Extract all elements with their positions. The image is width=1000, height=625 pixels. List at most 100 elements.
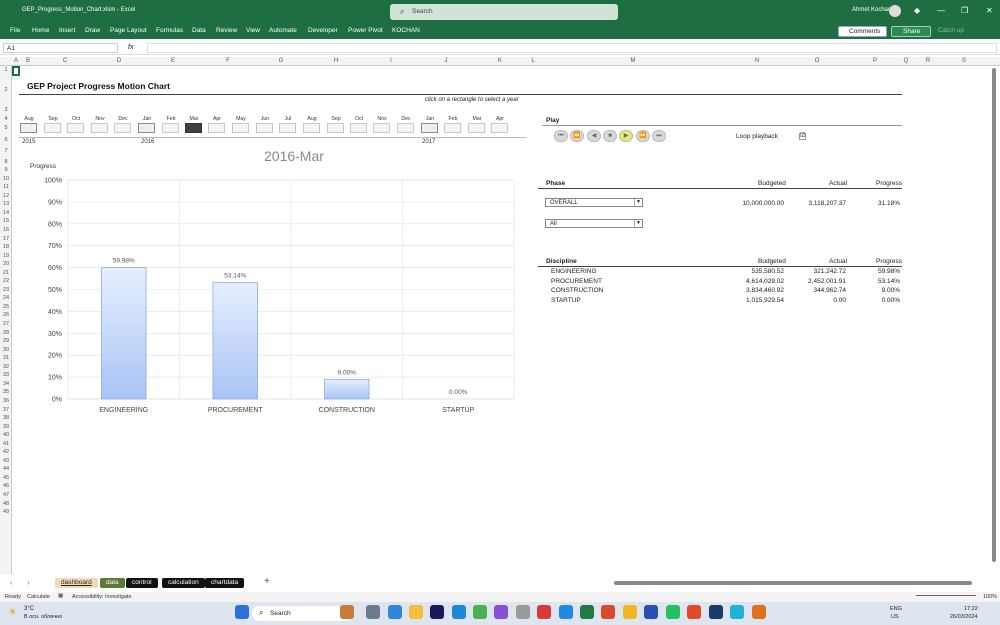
row-header[interactable]: 7	[0, 148, 12, 154]
app-icon[interactable]	[644, 605, 658, 619]
row-header[interactable]: 15	[0, 218, 12, 224]
row-header[interactable]: 29	[0, 338, 12, 344]
row-header[interactable]: 5	[0, 125, 12, 131]
app-icon[interactable]	[516, 605, 530, 619]
column-header[interactable]: A	[12, 58, 20, 64]
row-header[interactable]: 49	[0, 509, 12, 515]
row-header[interactable]: 11	[0, 184, 12, 190]
row-header[interactable]: 43	[0, 458, 12, 464]
share-button[interactable]: Share	[891, 26, 931, 37]
column-header[interactable]: N	[753, 58, 761, 64]
menu-formulas[interactable]: Formulas	[156, 27, 183, 34]
row-header[interactable]: 27	[0, 321, 12, 327]
folder-icon[interactable]	[409, 605, 423, 619]
row-header[interactable]: 46	[0, 483, 12, 489]
tab-prev-icon[interactable]: ‹	[10, 578, 13, 587]
p6-icon[interactable]	[537, 605, 551, 619]
menu-file[interactable]: File	[10, 27, 20, 34]
app-icon[interactable]	[366, 605, 380, 619]
row-header[interactable]: 1	[0, 67, 12, 73]
row-header[interactable]: 44	[0, 466, 12, 472]
last-icon[interactable]: ⏭	[652, 130, 666, 142]
row-header[interactable]: 38	[0, 415, 12, 421]
row-header[interactable]: 2	[0, 87, 12, 93]
app-icon[interactable]	[601, 605, 615, 619]
app-icon[interactable]	[752, 605, 766, 619]
menu-developer[interactable]: Developer	[308, 27, 338, 34]
row-header[interactable]: 18	[0, 244, 12, 250]
stop-icon[interactable]: ■	[603, 130, 617, 142]
sheet-tab-chartdata[interactable]: chartdata	[205, 578, 245, 588]
loop-playback-checkbox[interactable]: ☑	[799, 133, 806, 140]
month-selector[interactable]	[421, 123, 438, 133]
app-icon[interactable]	[730, 605, 744, 619]
lang-label[interactable]: ENG	[890, 606, 902, 612]
month-selector[interactable]	[185, 123, 202, 133]
row-header[interactable]: 3	[0, 107, 12, 113]
month-selector[interactable]	[373, 123, 390, 133]
clock-date[interactable]: 26/03/2024	[950, 614, 978, 620]
vscode-icon[interactable]	[559, 605, 573, 619]
month-selector[interactable]	[44, 123, 61, 133]
step-back-icon[interactable]: ◀	[587, 130, 601, 142]
taskbar-search[interactable]: ⌕ Search	[252, 606, 352, 621]
column-header[interactable]: C	[61, 58, 69, 64]
row-header[interactable]: 30	[0, 347, 12, 353]
month-selector[interactable]	[232, 123, 249, 133]
month-selector[interactable]	[397, 123, 414, 133]
minimize-icon[interactable]: —	[937, 6, 945, 15]
column-header[interactable]: F	[224, 58, 232, 64]
row-header[interactable]: 21	[0, 270, 12, 276]
row-header[interactable]: 28	[0, 330, 12, 336]
menu-review[interactable]: Review	[216, 27, 237, 34]
after-effects-icon[interactable]	[430, 605, 444, 619]
sheet-tab-data[interactable]: data	[100, 578, 125, 588]
name-box[interactable]: A1	[3, 43, 118, 53]
month-selector[interactable]	[114, 123, 131, 133]
menu-home[interactable]: Home	[32, 27, 49, 34]
vertical-scrollbar[interactable]	[992, 68, 996, 562]
menu-page-layout[interactable]: Page Layout	[110, 27, 147, 34]
menu-automate[interactable]: Automate	[269, 27, 297, 34]
row-header[interactable]: 26	[0, 312, 12, 318]
visual-studio-icon[interactable]	[494, 605, 508, 619]
column-header[interactable]: H	[332, 58, 340, 64]
month-selector[interactable]	[162, 123, 179, 133]
menu-power-pivot[interactable]: Power Pivot	[348, 27, 383, 34]
row-header[interactable]: 40	[0, 432, 12, 438]
column-header[interactable]: M	[629, 58, 637, 64]
row-header[interactable]: 31	[0, 355, 12, 361]
month-selector[interactable]	[491, 123, 508, 133]
column-header[interactable]: Q	[902, 58, 910, 64]
column-header[interactable]: G	[277, 58, 285, 64]
chrome-icon[interactable]	[473, 605, 487, 619]
row-header[interactable]: 12	[0, 193, 12, 199]
menu-view[interactable]: View	[246, 27, 260, 34]
close-icon[interactable]: ✕	[986, 6, 993, 15]
month-selector[interactable]	[468, 123, 485, 133]
row-header[interactable]: 22	[0, 278, 12, 284]
app-icon[interactable]	[687, 605, 701, 619]
row-header[interactable]: 24	[0, 295, 12, 301]
row-header[interactable]: 13	[0, 201, 12, 207]
row-header[interactable]: 19	[0, 253, 12, 259]
menu-kochan[interactable]: KOCHAN	[392, 27, 420, 34]
column-header[interactable]: E	[169, 58, 177, 64]
month-selector[interactable]	[444, 123, 461, 133]
month-selector[interactable]	[303, 123, 320, 133]
horizontal-scrollbar[interactable]	[614, 581, 972, 585]
row-header[interactable]: 48	[0, 501, 12, 507]
start-icon[interactable]	[235, 605, 249, 619]
zoom-slider[interactable]	[916, 595, 976, 596]
sheet-tab-calculation[interactable]: calculation	[162, 578, 205, 588]
month-selector[interactable]	[20, 123, 37, 133]
clock-time[interactable]: 17:22	[964, 606, 978, 612]
month-selector[interactable]	[350, 123, 367, 133]
macro-icon[interactable]: ▦	[58, 593, 63, 599]
whatsapp-icon[interactable]	[666, 605, 680, 619]
column-header[interactable]: I	[387, 58, 395, 64]
accessibility-status[interactable]: Accessibility: Investigate	[72, 594, 132, 600]
comments-button[interactable]: Comments	[838, 26, 887, 37]
row-header[interactable]: 8	[0, 159, 12, 165]
month-selector[interactable]	[208, 123, 225, 133]
